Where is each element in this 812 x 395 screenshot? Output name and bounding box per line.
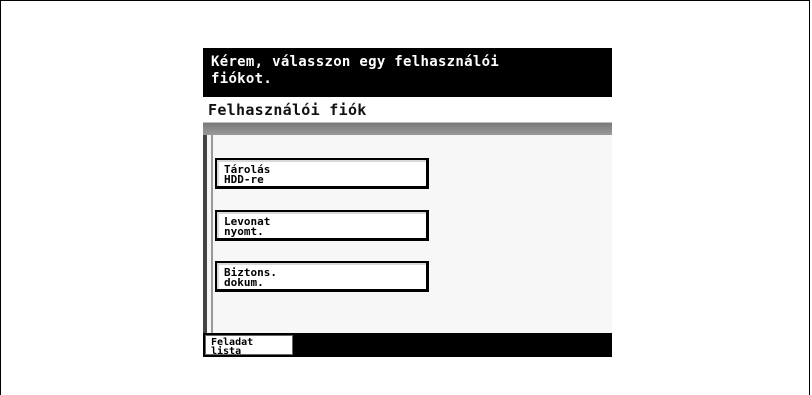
account-button-secure-document[interactable]: Biztons. dokum. bbox=[215, 261, 429, 292]
control-panel-screen: Kérem, válasszon egy felhasználói fiókot… bbox=[203, 48, 612, 357]
bottom-status-bar: Feladat lista bbox=[203, 333, 612, 357]
panel-edge-line bbox=[211, 135, 213, 333]
task-list-button[interactable]: Feladat lista bbox=[205, 335, 293, 357]
title-divider-band bbox=[203, 123, 612, 135]
account-list-panel: Tárolás HDD-re Levonat nyomt. Biztons. d… bbox=[203, 135, 612, 333]
screen-title: Felhasználói fiók bbox=[203, 97, 612, 123]
instruction-message: Kérem, válasszon egy felhasználói fiókot… bbox=[203, 48, 612, 97]
account-button-hdd-storage[interactable]: Tárolás HDD-re bbox=[215, 158, 429, 189]
account-button-proof-print[interactable]: Levonat nyomt. bbox=[215, 210, 429, 241]
